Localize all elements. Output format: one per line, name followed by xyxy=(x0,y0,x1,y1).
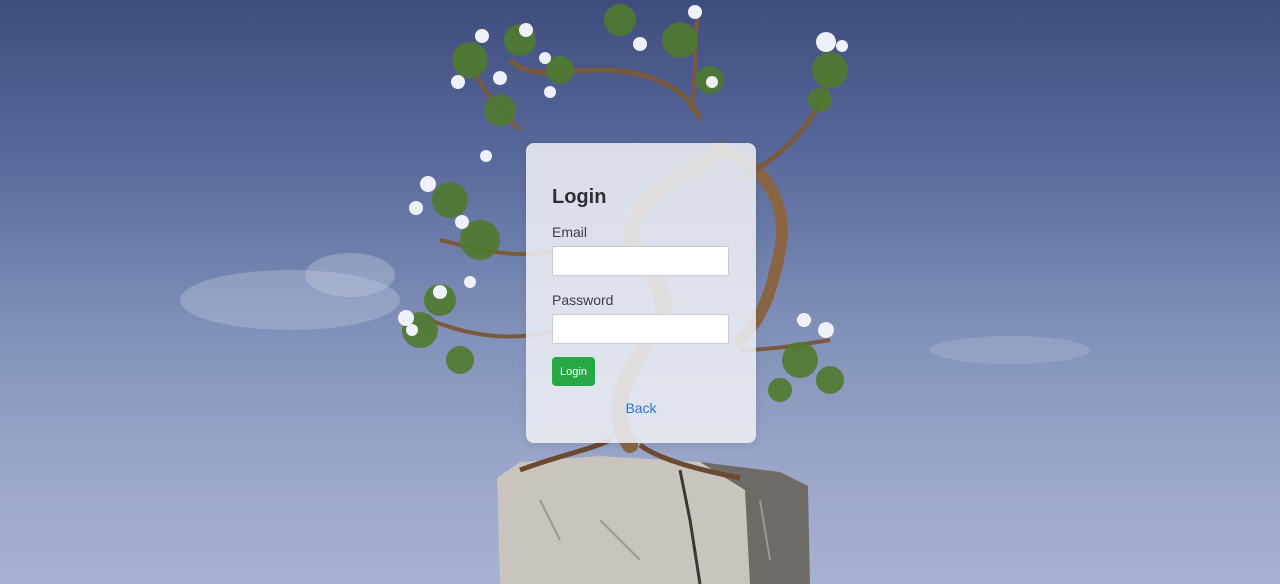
back-link[interactable]: Back xyxy=(552,400,730,416)
login-page: Login Email Password Login Back xyxy=(0,0,1280,584)
login-title: Login xyxy=(552,186,607,208)
email-label: Email xyxy=(552,224,588,240)
password-label: Password xyxy=(552,292,614,308)
login-button[interactable]: Login xyxy=(552,357,595,386)
email-input[interactable] xyxy=(552,246,729,276)
login-card: Login Email Password Login Back xyxy=(526,143,756,443)
password-input[interactable] xyxy=(552,314,729,344)
